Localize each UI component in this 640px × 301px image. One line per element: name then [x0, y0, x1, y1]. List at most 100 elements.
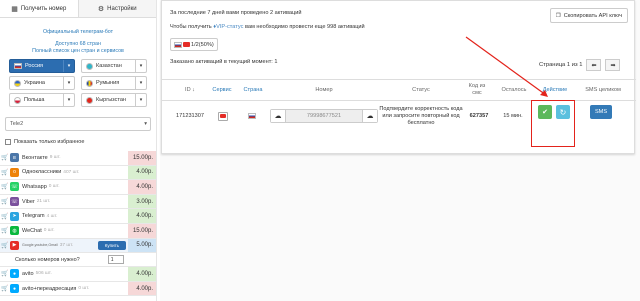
country-poland[interactable]: Польша ▾	[9, 93, 75, 107]
cloud-upload-icon[interactable]: ☁	[363, 110, 377, 122]
col-country[interactable]: Страна	[238, 80, 268, 100]
service-row-avito-forward[interactable]: 🛒 ● avito+переадресация 0 шт. 4.00р.	[0, 281, 156, 297]
official-bot-link[interactable]: Официальный телеграм-бот	[0, 29, 156, 36]
col-service[interactable]: Сервис	[208, 80, 236, 100]
service-row-vkontakte[interactable]: 🛒 в Вконтакте 9 шт. 15.00р.	[0, 151, 156, 166]
gear-icon: ⚙	[97, 5, 105, 13]
service-count: 506 шт.	[35, 271, 52, 277]
row-service	[212, 101, 234, 131]
stats-line: За последние 7 дней вами проведено 2 акт…	[170, 10, 302, 16]
caret-down-icon[interactable]: ▾	[135, 77, 146, 89]
caret-down-icon[interactable]: ▾	[135, 94, 146, 106]
quantity-input[interactable]: 1	[107, 255, 124, 265]
country-kazakhstan[interactable]: Казахстан ▾	[81, 59, 147, 73]
tab-settings-label: Настройки	[107, 5, 137, 12]
cart-icon[interactable]: 🛒	[0, 285, 10, 292]
caret-down-icon[interactable]: ▾	[63, 77, 74, 89]
page-label: Страница 1 из 1	[539, 62, 583, 68]
service-name: avito+переадресация	[22, 285, 77, 292]
country-label: Россия	[25, 63, 44, 69]
col-id[interactable]: ID ↓	[174, 80, 206, 100]
service-name: Google,youtube,Gmail	[22, 243, 58, 248]
service-price: 3.00р.	[128, 194, 156, 209]
service-list: 🛒 в Вконтакте 9 шт. 15.00р. 🛒 о Однокласс…	[0, 151, 156, 297]
favorites-checkbox[interactable]	[5, 139, 11, 145]
service-count: 0 шт.	[48, 184, 60, 190]
service-row-avito[interactable]: 🛒 ● avito 506 шт. 4.00р.	[0, 267, 156, 282]
copy-api-key-button[interactable]: ❐ Скопировать API ключ	[549, 8, 628, 23]
service-row-telegram[interactable]: 🛒 ➤ Telegram 4 шт. 4.00р.	[0, 209, 156, 224]
service-row-whatsapp[interactable]: 🛒 ☏ Whatsapp 0 шт. 4.00р.	[0, 180, 156, 195]
cart-icon[interactable]: 🛒	[0, 270, 10, 277]
service-price: 15.00р.	[128, 151, 156, 165]
poland-flag-icon	[14, 96, 21, 104]
romania-flag-icon	[86, 79, 93, 87]
whatsapp-icon: ☏	[10, 182, 19, 192]
favorites-toggle[interactable]: Показать только избранное	[5, 139, 156, 145]
russia-flag-icon	[248, 113, 256, 119]
service-price: 5.00р.	[128, 238, 156, 253]
country-label: Украина	[24, 80, 45, 86]
operator-select[interactable]: Tele2 ▾	[5, 117, 151, 131]
service-count: 407 шт.	[63, 169, 80, 175]
full-sms-button[interactable]: SMS	[590, 105, 612, 119]
next-page-button[interactable]: ➡	[605, 59, 621, 71]
full-price-list-link[interactable]: Полный список цен стран и сервисов	[0, 48, 156, 55]
service-row-odnoklassniki[interactable]: 🛒 о Одноклассники 407 шт. 4.00р.	[0, 165, 156, 181]
activation-counter-badge[interactable]: 1/2(50%)	[170, 38, 218, 51]
service-row-viber[interactable]: 🛒 ☏ Viber 21 шт. 3.00р.	[0, 194, 156, 210]
vip-prefix: Чтобы получить	[170, 24, 214, 30]
caret-down-icon[interactable]: ▾	[63, 94, 74, 106]
sort-desc-icon: ↓	[192, 86, 195, 93]
service-price: 4.00р.	[128, 281, 156, 296]
buy-button[interactable]: Купить	[97, 240, 126, 250]
operator-value: Tele2	[10, 121, 24, 127]
col-left: Осталось	[501, 86, 527, 93]
kyrgyzstan-flag-icon	[86, 96, 93, 104]
service-name: Одноклассники	[22, 169, 62, 176]
country-grid: Россия ▾ Казахстан ▾ Украина ▾ Румыния ▾…	[0, 59, 156, 107]
tab-get-number[interactable]: ▦ Получить номер	[0, 0, 79, 17]
prev-page-button[interactable]: ⬅	[586, 59, 602, 71]
cart-icon[interactable]: 🛒	[0, 183, 10, 190]
vk-icon: в	[10, 153, 19, 163]
country-ukraine[interactable]: Украина ▾	[9, 76, 75, 90]
service-count: 9 шт.	[49, 155, 61, 161]
cart-icon[interactable]: 🛒	[0, 227, 10, 234]
ok-icon: о	[10, 167, 19, 177]
chevron-down-icon: ▾	[144, 121, 147, 127]
service-price: 4.00р.	[128, 165, 156, 180]
cart-icon[interactable]: 🛒	[0, 169, 10, 176]
quantity-row: Сколько номеров нужно? 1	[0, 253, 156, 268]
country-russia[interactable]: Россия ▾	[9, 59, 75, 73]
row-time-left: 15 мин.	[503, 112, 523, 119]
phone-number-field[interactable]: 79998677521	[285, 110, 363, 122]
cart-icon[interactable]: 🛒	[0, 213, 10, 220]
service-row-wechat[interactable]: 🛒 ◍ WeChat 0 шт. 15.00р.	[0, 223, 156, 239]
row-id: 171231307	[176, 112, 204, 119]
service-row-google[interactable]: 🛒 ▶ Google,youtube,Gmail 37 шт. Купить 5.…	[0, 238, 156, 254]
country-kyrgyzstan[interactable]: Кыргызстан ▾	[81, 93, 147, 107]
ordered-count: Заказано активаций в текущий момент: 1	[170, 59, 278, 65]
cart-icon[interactable]: 🛒	[0, 242, 10, 249]
right-panel: За последние 7 дней вами проведено 2 акт…	[160, 0, 640, 301]
youtube-icon	[218, 111, 228, 121]
service-count: 37 шт.	[59, 242, 74, 248]
cart-icon[interactable]: 🛒	[0, 154, 10, 161]
service-name: Viber	[22, 198, 35, 205]
avito-icon: ●	[10, 269, 19, 279]
cloud-icon[interactable]: ☁	[271, 110, 285, 122]
service-price: 4.00р.	[128, 180, 156, 194]
service-name: avito	[22, 270, 34, 277]
tab-settings[interactable]: ⚙ Настройки	[79, 0, 157, 17]
service-price: 15.00р.	[128, 223, 156, 238]
service-count: 0 шт.	[43, 228, 55, 234]
vip-line: Чтобы получить ♦VIP-статус вам необходим…	[170, 24, 365, 30]
col-action[interactable]: Действие	[534, 80, 576, 100]
caret-down-icon[interactable]: ▾	[135, 60, 146, 72]
cart-icon[interactable]: 🛒	[0, 198, 10, 205]
service-price: 4.00р.	[128, 209, 156, 223]
country-romania[interactable]: Румыния ▾	[81, 76, 147, 90]
caret-down-icon[interactable]: ▾	[63, 60, 74, 72]
vip-status-link[interactable]: VIP-статус	[216, 24, 243, 30]
